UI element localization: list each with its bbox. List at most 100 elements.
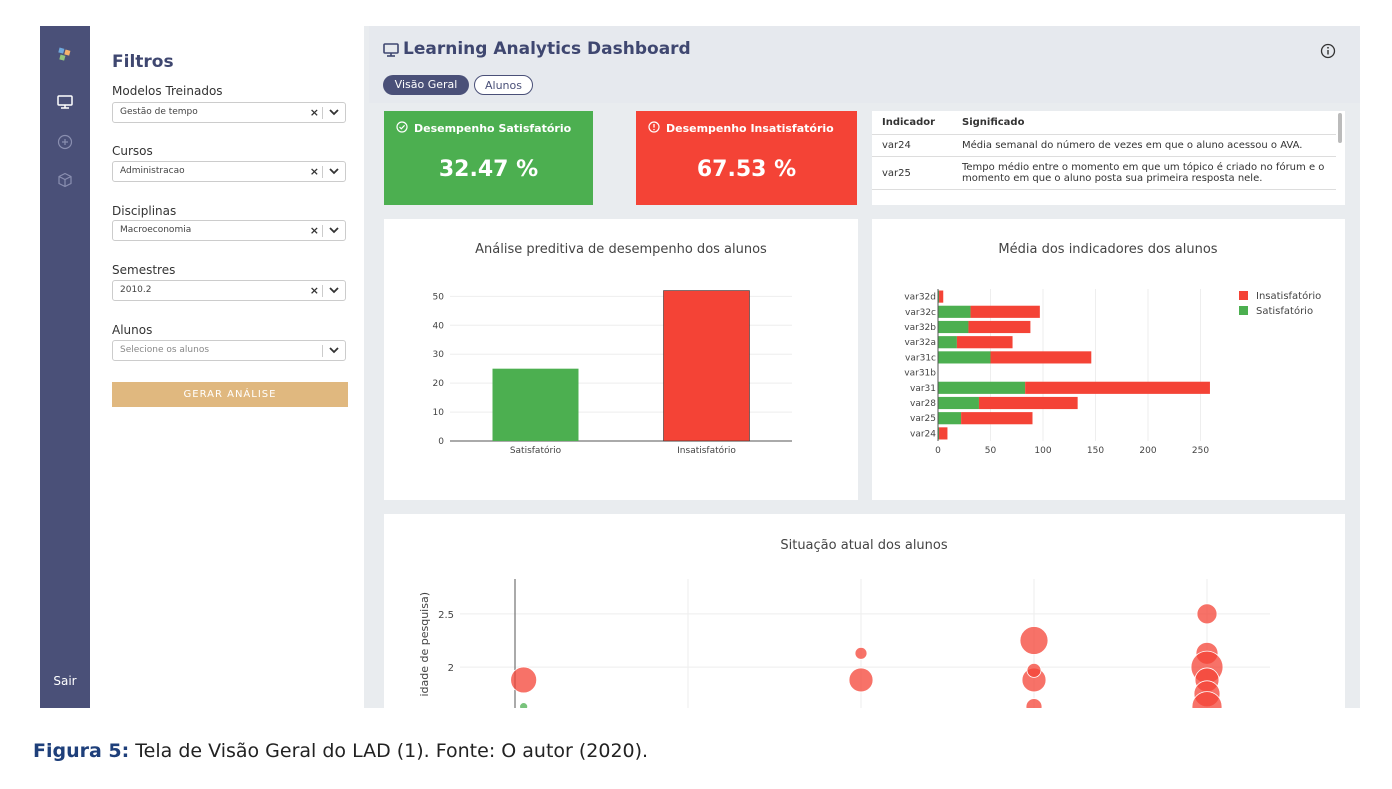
logout-link[interactable]: Sair <box>40 674 90 688</box>
check-circle-icon <box>396 121 408 133</box>
semesters-select[interactable]: 2010.2 × <box>112 280 346 301</box>
x-tick-label: Insatisfatório <box>677 445 736 456</box>
chevron-down-icon[interactable] <box>328 343 340 358</box>
chart-title: Média dos indicadores dos alunos <box>998 242 1217 257</box>
chevron-down-icon[interactable] <box>328 223 340 238</box>
scatter-point <box>1196 603 1218 625</box>
tab-alunos[interactable]: Alunos <box>474 75 533 95</box>
legend-label: Satisfatório <box>1256 305 1313 317</box>
trained-models-select[interactable]: Gestão de tempo × <box>112 102 346 123</box>
kpi-insatisfatorio-card: Desempenho Insatisfatório 67.53 % <box>636 111 857 205</box>
chevron-down-icon[interactable] <box>328 283 340 298</box>
generate-analysis-button[interactable]: GERAR ANÁLISE <box>112 382 348 407</box>
courses-select[interactable]: Administracao × <box>112 161 346 182</box>
situation-scatter-chart: Situação atual dos alunos1.522.5idade de… <box>418 538 1270 708</box>
situation-chart-card: Situação atual dos alunos1.522.5idade de… <box>384 514 1345 708</box>
caption-label: Figura 5: <box>33 740 130 762</box>
indicator-meaning: Tempo médio entre o momento em que um tó… <box>952 156 1336 190</box>
clear-icon[interactable]: × <box>310 224 319 237</box>
bar <box>663 290 750 442</box>
y-tick-label: 10 <box>433 408 445 418</box>
bar-segment <box>970 305 1040 318</box>
chart-title: Situação atual dos alunos <box>780 538 948 553</box>
bar-segment <box>961 412 1033 425</box>
bar-segment <box>938 412 962 425</box>
x-tick-label: Satisfatório <box>510 445 562 456</box>
x-tick-label: 50 <box>985 446 997 456</box>
clear-icon[interactable]: × <box>310 106 319 119</box>
y-tick-label: 40 <box>433 321 445 331</box>
chart-title: Análise preditiva de desempenho dos alun… <box>475 242 767 257</box>
info-icon[interactable] <box>1320 43 1336 59</box>
y-tick-label: var32a <box>904 338 936 348</box>
select-value: 2010.2 <box>120 285 152 295</box>
kpi-title: Desempenho Satisfatório <box>396 121 571 135</box>
scatter-point <box>519 702 529 708</box>
app-logo-icon <box>55 44 75 64</box>
bar-segment <box>939 290 944 303</box>
x-tick-label: 250 <box>1192 446 1209 456</box>
y-tick-label: var25 <box>910 414 936 424</box>
bar <box>492 368 579 441</box>
kpi-label: Desempenho Satisfatório <box>414 122 572 135</box>
filters-panel: Filtros Modelos Treinados Gestão de temp… <box>90 26 364 708</box>
kpi-title: Desempenho Insatisfatório <box>648 121 834 135</box>
kpi-value: 32.47 % <box>438 157 539 182</box>
y-tick-label: var31c <box>905 353 936 363</box>
y-tick-label: var31b <box>904 369 936 379</box>
table-row: var24 Média semanal do número de vezes e… <box>872 134 1336 157</box>
legend-label: Insatisfatório <box>1256 290 1321 302</box>
scatter-point <box>1019 626 1049 655</box>
indicators-table[interactable]: Indicador Significado var24 Média semana… <box>872 111 1345 205</box>
x-tick-label: 100 <box>1034 446 1051 456</box>
cube-icon[interactable] <box>55 170 75 190</box>
caption-text: Tela de Visão Geral do LAD (1). Fonte: O… <box>129 740 649 762</box>
kpi-value: 67.53 % <box>696 157 797 182</box>
indicator-meaning: Média semanal do número de vezes em que … <box>952 134 1336 157</box>
table-scrollbar[interactable] <box>1338 113 1342 143</box>
bar-segment <box>939 427 948 440</box>
clear-icon[interactable]: × <box>310 165 319 178</box>
x-tick-label: 150 <box>1087 446 1104 456</box>
kpi-satisfatorio-card: Desempenho Satisfatório 32.47 % <box>384 111 593 205</box>
select-separator <box>322 345 323 357</box>
column-header: Significado <box>952 111 1336 135</box>
monitor-icon[interactable] <box>55 92 75 112</box>
bar-segment <box>938 351 991 364</box>
indicators-stacked-bar-chart: Média dos indicadores dos alunos 0 50 100 15… <box>904 242 1321 456</box>
y-tick-label: var24 <box>910 429 936 439</box>
clear-icon[interactable]: × <box>310 284 319 297</box>
dashboard-header: Learning Analytics Dashboard Visão Geral… <box>369 26 1360 103</box>
add-circle-icon[interactable] <box>55 132 75 152</box>
chevron-down-icon[interactable] <box>328 105 340 120</box>
y-tick-label: 20 <box>433 379 445 389</box>
chevron-down-icon[interactable] <box>328 164 340 179</box>
y-tick-label: 2 <box>448 663 454 674</box>
y-tick-label: var31 <box>910 384 936 394</box>
kpi-label: Desempenho Insatisfatório <box>666 122 834 135</box>
legend-swatch <box>1239 291 1248 300</box>
column-header: Indicador <box>872 111 952 135</box>
disciplines-select[interactable]: Macroeconomia × <box>112 220 346 241</box>
bar-segment <box>956 336 1013 349</box>
select-separator <box>322 285 323 297</box>
bar-segment <box>1025 381 1210 394</box>
select-separator <box>322 166 323 178</box>
bar-segment <box>978 396 1078 410</box>
y-tick-label: 0 <box>438 437 444 447</box>
students-select[interactable]: Selecione os alunos <box>112 340 346 361</box>
filter-label: Disciplinas <box>112 204 177 218</box>
bar-segment <box>938 305 971 318</box>
indicator-code: var24 <box>872 134 952 157</box>
tab-visao-geral[interactable]: Visão Geral <box>383 75 469 95</box>
y-tick-label: var32c <box>905 308 936 318</box>
bar-segment <box>938 320 969 334</box>
bar-segment <box>938 396 979 410</box>
table-header-row: Indicador Significado <box>872 111 1336 135</box>
scatter-point <box>848 667 874 693</box>
y-tick-label: 50 <box>433 292 445 302</box>
filter-label: Semestres <box>112 263 176 277</box>
indicator-code: var25 <box>872 156 952 190</box>
filter-label: Modelos Treinados <box>112 84 223 98</box>
icon-sidebar: Sair <box>40 26 90 708</box>
